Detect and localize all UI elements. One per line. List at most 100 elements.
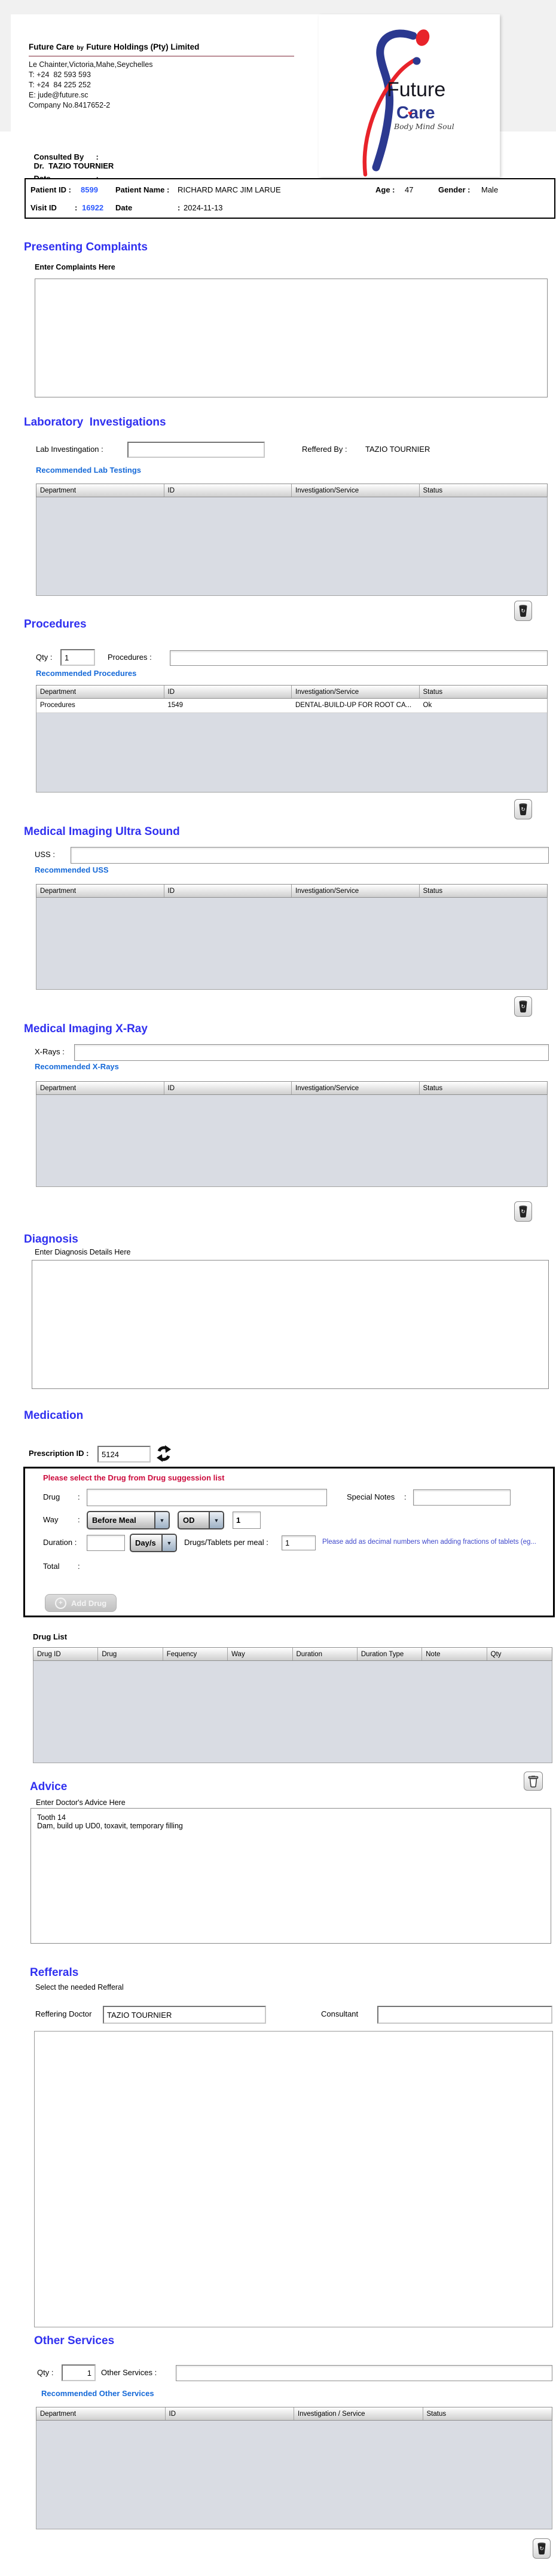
visit-id-value: 16922 — [82, 203, 104, 212]
procedures-qty-input[interactable] — [60, 649, 95, 666]
visit-id-label: Visit ID — [30, 203, 57, 212]
consulted-by-label: Consulted By — [33, 152, 84, 161]
ultrasound-title: Medical Imaging Ultra Sound — [24, 825, 180, 838]
add-drug-button[interactable]: + Add Drug — [45, 1594, 117, 1612]
col-investigation: Investigation/Service — [292, 686, 420, 698]
delete-lab-button[interactable]: ↻ — [514, 601, 532, 621]
svg-text:↻: ↻ — [521, 608, 526, 614]
drug-input[interactable] — [87, 1489, 327, 1506]
frequency-dropdown[interactable]: OD ▼ — [178, 1511, 224, 1529]
plus-icon: + — [55, 1597, 66, 1609]
col-status: Status — [423, 1085, 443, 1092]
recommended-xray-link: Recommended X-Rays — [35, 1062, 119, 1071]
complaints-hint: Enter Complaints Here — [35, 263, 115, 271]
duration-input[interactable] — [87, 1535, 125, 1551]
presenting-complaints-title: Presenting Complaints — [24, 241, 148, 253]
company-address-block: Le Chainter,Victoria,Mahe,Seychelles T: … — [29, 60, 153, 111]
col-id: ID — [164, 686, 292, 698]
col-drug: Drug — [98, 1648, 163, 1660]
col-department: Department — [36, 885, 164, 897]
advice-textarea[interactable]: Tooth 14 Dam, build up UD0, toxavit, tem… — [30, 1808, 551, 1944]
referrals-list-box[interactable] — [34, 2031, 553, 2327]
chevron-down-icon: ▼ — [154, 1512, 169, 1528]
consultant-input[interactable] — [377, 2006, 552, 2024]
other-services-label: Other Services : — [101, 2368, 157, 2377]
trash-icon: ↻ — [537, 2543, 546, 2554]
procedures-title: Procedures — [24, 618, 87, 631]
col-id: ID — [166, 2407, 294, 2420]
other-services-input[interactable] — [176, 2365, 552, 2381]
diagnosis-hint: Enter Diagnosis Details Here — [35, 1248, 131, 1256]
col-department: Department — [36, 2407, 166, 2420]
diagnosis-textarea[interactable] — [32, 1260, 549, 1389]
uss-label: USS : — [35, 850, 55, 859]
special-notes-label: Special Notes — [347, 1492, 395, 1501]
col-investigation: Investigation / Service — [294, 2407, 423, 2420]
logo-word-care: Care — [396, 103, 435, 123]
lab-table-header: Department ID Investigation/Service Stat… — [36, 484, 548, 497]
delete-advice-button[interactable] — [524, 1772, 543, 1791]
way-colon: : — [78, 1515, 80, 1524]
refresh-prescription-button[interactable] — [154, 1444, 173, 1464]
procedures-input[interactable] — [170, 650, 548, 666]
company-name-line: Future Care by Future Holdings (Pty) Lim… — [29, 42, 199, 53]
delete-procedures-button[interactable]: ↻ — [514, 799, 532, 819]
col-frequency: Fequency — [163, 1648, 228, 1660]
delete-other-services-button[interactable]: ↻ — [533, 2538, 551, 2559]
age-label: Age : — [375, 185, 395, 194]
chevron-down-icon: ▼ — [209, 1512, 223, 1528]
refresh-icon — [157, 1445, 171, 1462]
trash-icon: ↻ — [519, 605, 527, 617]
lab-investigation-input[interactable] — [127, 442, 265, 458]
visit-date-label: Date — [115, 203, 133, 212]
complaints-textarea[interactable] — [35, 279, 548, 397]
delete-xray-button[interactable]: ↻ — [514, 1201, 532, 1222]
laboratory-title: Laboratory Investigations — [24, 416, 166, 429]
advice-hint: Enter Doctor's Advice Here — [36, 1798, 126, 1807]
xray-input[interactable] — [74, 1044, 549, 1061]
referred-by-label: Reffered By : — [302, 445, 347, 454]
col-note: Note — [422, 1648, 487, 1660]
col-id: ID — [164, 484, 292, 497]
uss-table-header: Department ID Investigation/Service Stat… — [36, 884, 548, 898]
procedures-table-body: Procedures 1549 DENTAL-BUILD-UP FOR ROOT… — [36, 699, 548, 793]
col-id: ID — [164, 1082, 292, 1094]
col-status: Status — [423, 888, 443, 895]
delete-uss-button[interactable]: ↻ — [514, 996, 532, 1017]
prescription-id-input[interactable] — [97, 1446, 151, 1463]
logo-box: Future Care ♥ Body Mind Soul — [319, 14, 500, 177]
special-notes-input[interactable] — [413, 1489, 511, 1506]
company-suffix: Future Holdings (Pty) Limited — [86, 42, 200, 51]
xray-table: Department ID Investigation/Service Stat… — [36, 1081, 548, 1187]
procedures-table: Department ID Investigation/Service Stat… — [36, 685, 548, 793]
visit-date-value: 2024-11-13 — [184, 203, 223, 212]
way-dropdown[interactable]: Before Meal ▼ — [87, 1511, 170, 1529]
drug-list-label: Drug List — [33, 1632, 68, 1641]
patient-id-label: Patient ID : — [30, 185, 71, 194]
recommended-other-link: Recommended Other Services — [41, 2389, 154, 2398]
uss-input[interactable] — [71, 847, 549, 864]
col-status: Status — [423, 487, 443, 494]
age-value: 47 — [405, 185, 414, 194]
consultant-label: Consultant — [321, 2009, 359, 2018]
col-department: Department — [36, 686, 164, 698]
drug-label: Drug — [43, 1492, 60, 1501]
company-underline — [29, 56, 294, 57]
col-qty: Qty — [490, 1651, 502, 1658]
per-meal-input[interactable] — [282, 1535, 316, 1550]
trash-icon — [528, 1776, 539, 1788]
referred-by-value: TAZIO TOURNIER — [365, 445, 430, 454]
times-input[interactable] — [233, 1512, 261, 1529]
col-department: Department — [36, 1082, 164, 1094]
trash-icon: ↻ — [519, 803, 527, 816]
duration-unit-dropdown[interactable]: Day/s ▼ — [130, 1534, 177, 1552]
way-label: Way — [43, 1515, 59, 1524]
consultation-report-page: Future Care ♥ Body Mind Soul Future Care… — [0, 0, 556, 2576]
referring-doctor-input[interactable] — [103, 2006, 266, 2024]
chevron-down-icon: ▼ — [161, 1535, 176, 1551]
company-name: Future Care — [29, 42, 74, 51]
logo-tagline: Body Mind Soul — [393, 122, 454, 131]
table-row[interactable]: Procedures 1549 DENTAL-BUILD-UP FOR ROOT… — [36, 699, 547, 713]
other-qty-input[interactable] — [62, 2364, 96, 2381]
col-status: Status — [426, 2410, 447, 2418]
